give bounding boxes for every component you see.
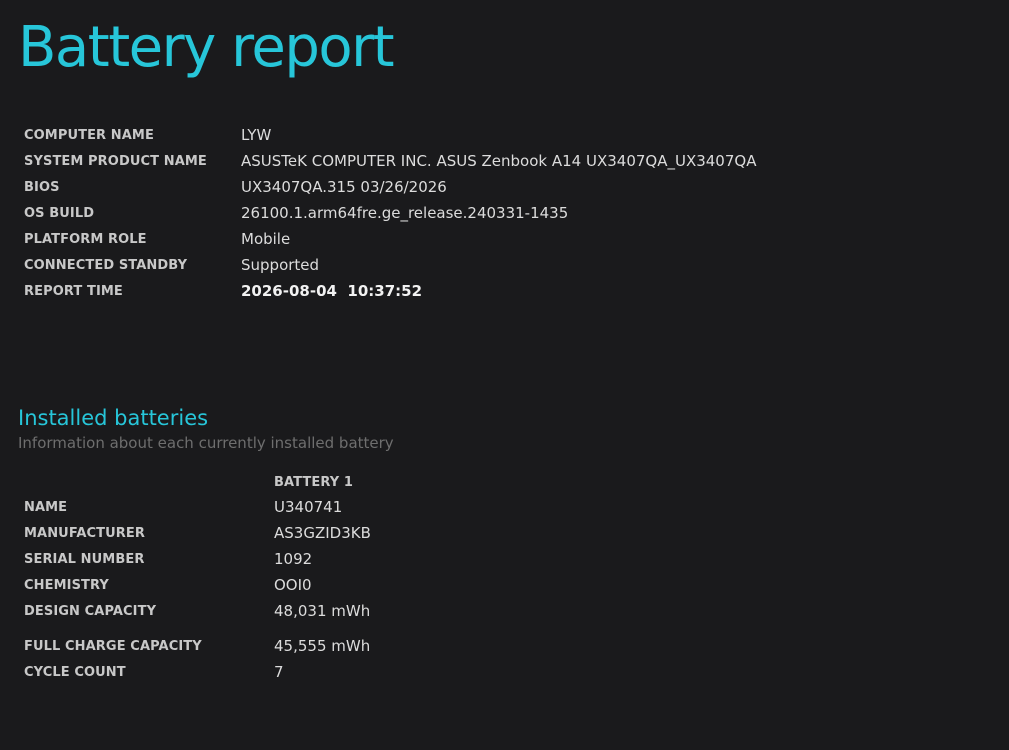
info-row-bios: BIOS UX3407QA.315 03/26/2026 [24,174,756,200]
battery-column-header-row: BATTERY 1 [24,470,524,494]
info-row-connected-standby: CONNECTED STANDBY Supported [24,252,756,278]
battery-row-manufacturer: MANUFACTURER AS3GZID3KB [24,520,524,546]
header-spacer [24,470,274,494]
row-value: 45,555 mWh [274,637,371,655]
row-value: UX3407QA.315 03/26/2026 [241,178,447,196]
row-value: AS3GZID3KB [274,524,371,542]
battery-row-name: NAME U340741 [24,494,524,520]
row-label: REPORT TIME [24,283,123,299]
installed-batteries-heading: Installed batteries [18,406,209,430]
row-value: 26100.1.arm64fre.ge_release.240331-1435 [241,204,569,222]
info-row-platform-role: PLATFORM ROLE Mobile [24,226,756,252]
info-row-system-product-name: SYSTEM PRODUCT NAME ASUSTeK COMPUTER INC… [24,148,756,174]
battery-row-serial-number: SERIAL NUMBER 1092 [24,546,524,572]
row-value: Supported [241,256,320,274]
spacer-cell [24,624,274,633]
row-label: DESIGN CAPACITY [24,603,157,619]
battery-1-column-header: BATTERY 1 [274,474,354,490]
battery-row-cycle-count: CYCLE COUNT 7 [24,659,524,685]
battery-row-design-capacity: DESIGN CAPACITY 48,031 mWh [24,598,524,624]
row-label: COMPUTER NAME [24,127,154,143]
battery-info-table: BATTERY 1 NAME U340741 MANUFACTURER AS3G… [24,470,524,685]
installed-batteries-subtitle: Information about each currently install… [18,434,394,452]
row-label: SERIAL NUMBER [24,551,145,567]
info-row-report-time: REPORT TIME 2026-08-04 10:37:52 [24,278,756,304]
row-value: OOI0 [274,576,312,594]
spacer-cell [274,624,524,633]
row-label: SYSTEM PRODUCT NAME [24,153,207,169]
battery-row-chemistry: CHEMISTRY OOI0 [24,572,524,598]
row-label: CYCLE COUNT [24,664,126,680]
report-title: Battery report [18,15,395,80]
row-value: 7 [274,663,284,681]
battery-row-full-charge-capacity: FULL CHARGE CAPACITY 45,555 mWh [24,633,524,659]
row-label: NAME [24,499,68,515]
row-label: CHEMISTRY [24,577,109,593]
row-label: PLATFORM ROLE [24,231,147,247]
row-value: Mobile [241,230,291,248]
row-spacer [24,624,524,633]
system-info-table: COMPUTER NAME LYW SYSTEM PRODUCT NAME AS… [24,122,756,304]
row-value: LYW [241,126,272,144]
row-value: U340741 [274,498,343,516]
report-time-value: 2026-08-04 10:37:52 [241,282,423,300]
row-label: OS BUILD [24,205,95,221]
info-row-computer-name: COMPUTER NAME LYW [24,122,756,148]
info-row-os-build: OS BUILD 26100.1.arm64fre.ge_release.240… [24,200,756,226]
battery-report-page: Battery report COMPUTER NAME LYW SYSTEM … [0,0,1009,750]
row-label: MANUFACTURER [24,525,145,541]
row-label: FULL CHARGE CAPACITY [24,638,202,654]
row-label: CONNECTED STANDBY [24,257,188,273]
row-label: BIOS [24,179,60,195]
row-value: 48,031 mWh [274,602,371,620]
row-value: 1092 [274,550,313,568]
row-value: ASUSTeK COMPUTER INC. ASUS Zenbook A14 U… [241,152,757,170]
